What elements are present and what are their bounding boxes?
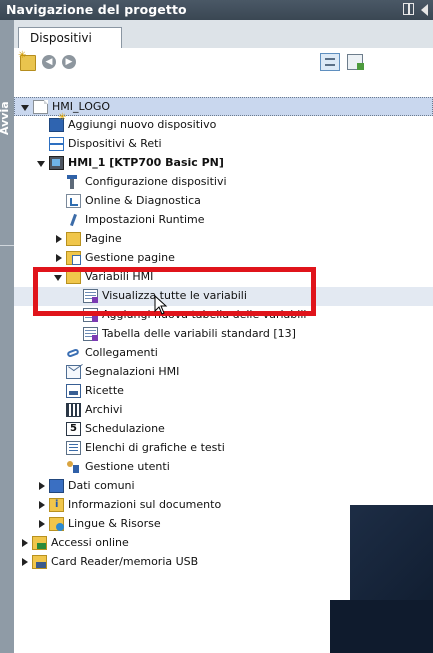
tree-item-label: Ricette: [85, 384, 124, 397]
tree-item-label: Configurazione dispositivi: [85, 175, 227, 188]
collapse-panel-icon[interactable]: [421, 4, 428, 16]
online-access-icon: [32, 536, 47, 550]
highlight-rectangle: [33, 267, 316, 316]
tree-item-label: Segnalazioni HMI: [85, 365, 180, 378]
tree-item-label: Collegamenti: [85, 346, 158, 359]
scheduler-icon: 5: [66, 422, 81, 436]
new-group-icon[interactable]: [18, 50, 36, 71]
archives-icon: [66, 403, 81, 417]
screen-management-icon: [66, 251, 81, 265]
tree-item[interactable]: Dispositivi & Reti: [14, 135, 433, 154]
tree-item[interactable]: HMI_1 [KTP700 Basic PN]: [14, 154, 433, 173]
device-config-icon: [66, 175, 81, 189]
tree-item-label: Aggiungi nuovo dispositivo: [68, 118, 217, 131]
tree-item[interactable]: Segnalazioni HMI: [14, 363, 433, 382]
network-icon: [49, 137, 64, 151]
recipes-icon: [66, 384, 81, 398]
forward-icon[interactable]: ▶: [62, 55, 76, 69]
detail-view-icon[interactable]: [347, 54, 364, 70]
project-icon: [33, 100, 48, 114]
tree-item[interactable]: Impostazioni Runtime: [14, 211, 433, 230]
expand-arrow-icon[interactable]: [39, 482, 45, 490]
tree-item[interactable]: Gestione utenti: [14, 458, 433, 477]
tree-item-label: Dati comuni: [68, 479, 135, 492]
strip-divider: [0, 245, 14, 246]
folder-icon: [66, 232, 81, 246]
text-lists-icon: [66, 441, 81, 455]
collapse-arrow-icon[interactable]: [21, 105, 29, 111]
panel-title: Navigazione del progetto: [6, 2, 187, 17]
expand-arrow-icon[interactable]: [22, 539, 28, 547]
common-data-icon: [49, 479, 64, 493]
tree-item-label: Lingue & Risorse: [68, 517, 161, 530]
split-view-icon[interactable]: [403, 3, 414, 15]
languages-icon: [49, 517, 64, 531]
title-bar: Navigazione del progetto: [0, 0, 433, 20]
diagnostics-icon: [66, 194, 81, 208]
expand-arrow-icon[interactable]: [56, 235, 62, 243]
tree-item[interactable]: Aggiungi nuovo dispositivo: [14, 112, 433, 135]
left-side-strip: Avvia: [0, 20, 14, 653]
document-info-icon: [49, 498, 64, 512]
tree-item-label: Dispositivi & Reti: [68, 137, 162, 150]
tree-item-label: Gestione utenti: [85, 460, 170, 473]
tree-item-label: Gestione pagine: [85, 251, 175, 264]
back-icon[interactable]: ◀: [42, 55, 56, 69]
tree-item-label: HMI_1 [KTP700 Basic PN]: [68, 156, 224, 169]
tree-item-label: Accessi online: [51, 536, 129, 549]
tree-item-label: Archivi: [85, 403, 123, 416]
tree-item-label: Informazioni sul documento: [68, 498, 222, 511]
expand-arrow-icon[interactable]: [39, 501, 45, 509]
hmi-device-icon: [49, 156, 64, 170]
tree-item-label: Elenchi di grafiche e testi: [85, 441, 225, 454]
tree-item[interactable]: Pagine: [14, 230, 433, 249]
wrench-icon: [66, 213, 81, 227]
tree-item[interactable]: Configurazione dispositivi: [14, 173, 433, 192]
tree-item[interactable]: Tabella delle variabili standard [13]: [14, 325, 433, 344]
tree-item-label: Online & Diagnostica: [85, 194, 201, 207]
tree-item[interactable]: Gestione pagine: [14, 249, 433, 268]
tree-item[interactable]: Ricette: [14, 382, 433, 401]
toolbar: ◀ ▶: [14, 48, 433, 77]
background-area-lower: [330, 600, 433, 653]
tab-devices[interactable]: Dispositivi: [18, 27, 122, 48]
connections-icon: [66, 346, 81, 360]
alarms-icon: [66, 365, 81, 379]
tree-item[interactable]: Dati comuni: [14, 477, 433, 496]
expand-arrow-icon[interactable]: [22, 558, 28, 566]
tree-item[interactable]: Elenchi di grafiche e testi: [14, 439, 433, 458]
tree-item[interactable]: 5 Schedulazione: [14, 420, 433, 439]
tree-item-label: Pagine: [85, 232, 122, 245]
expand-arrow-icon[interactable]: [39, 520, 45, 528]
tree-item-label: Tabella delle variabili standard [13]: [102, 327, 296, 340]
users-icon: [66, 460, 81, 474]
expand-arrow-icon[interactable]: [56, 254, 62, 262]
tree-item[interactable]: Archivi: [14, 401, 433, 420]
tree-item-label: Impostazioni Runtime: [85, 213, 205, 226]
tab-devices-label: Dispositivi: [30, 31, 92, 45]
card-reader-icon: [32, 555, 47, 569]
collapse-arrow-icon[interactable]: [37, 161, 45, 167]
tree-item-label: Card Reader/memoria USB: [51, 555, 199, 568]
overview-icon[interactable]: [320, 53, 340, 71]
tree-item[interactable]: Online & Diagnostica: [14, 192, 433, 211]
tree-item-label: Schedulazione: [85, 422, 165, 435]
tab-row: Dispositivi: [14, 20, 433, 48]
tag-table-icon: [83, 327, 98, 341]
tree-item[interactable]: HMI_LOGO: [14, 97, 433, 116]
add-device-icon: [49, 112, 66, 132]
start-label[interactable]: Avvia: [0, 101, 11, 135]
